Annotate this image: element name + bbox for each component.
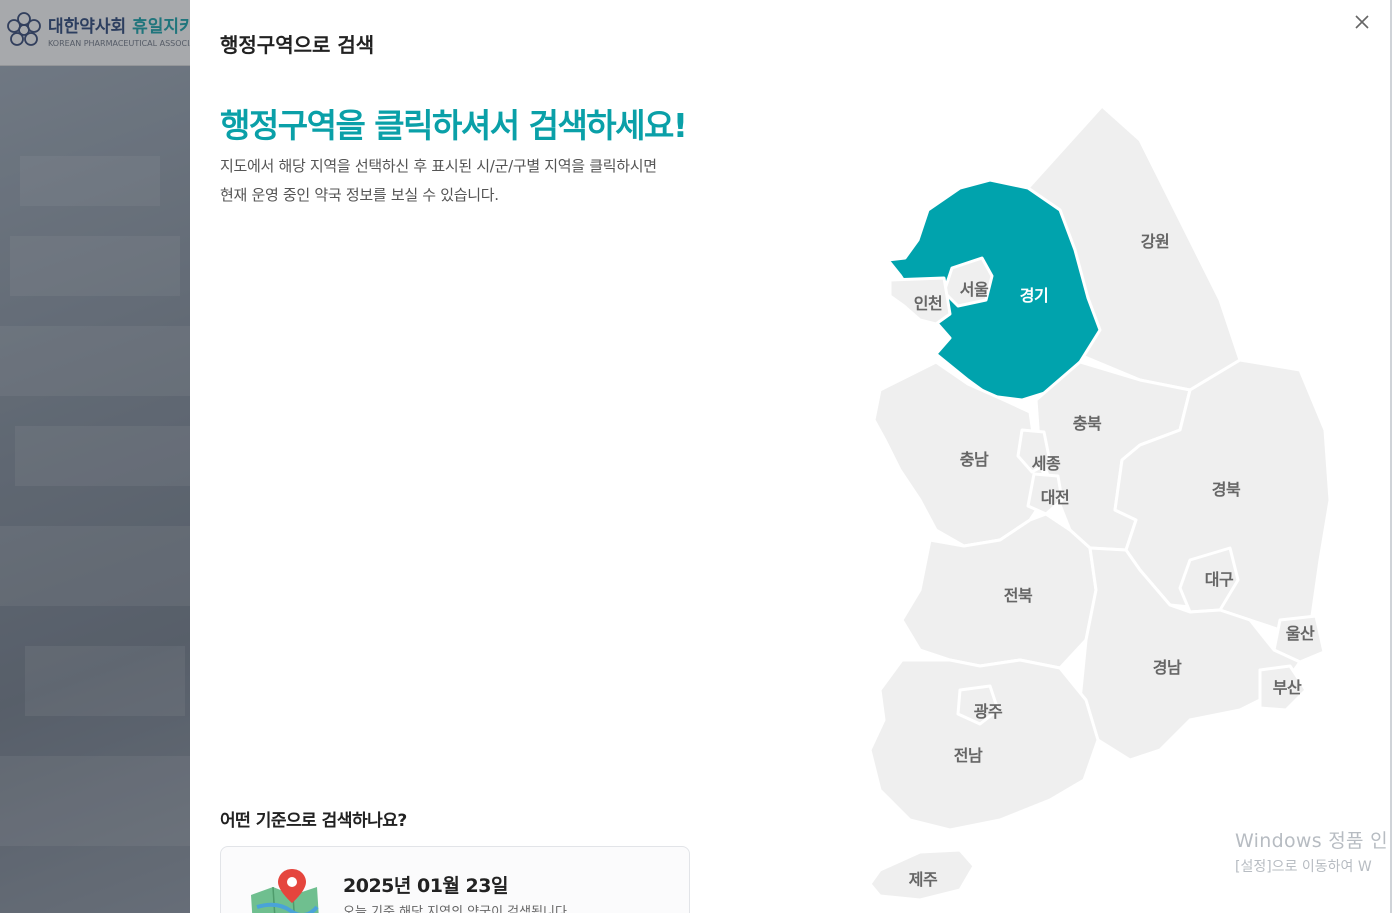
region-label-gyeongnam[interactable]: 경남	[1153, 654, 1182, 678]
criteria-question: 어떤 기준으로 검색하나요?	[220, 811, 407, 831]
korea-map-svg	[868, 104, 1332, 902]
region-label-gyeongbuk[interactable]: 경북	[1212, 476, 1241, 500]
description: 지도에서 해당 지역을 선택하신 후 표시된 시/군/구별 지역을 클릭하시면 …	[220, 152, 657, 210]
region-label-daegu[interactable]: 대구	[1205, 566, 1234, 590]
region-label-sejong[interactable]: 세종	[1032, 450, 1061, 474]
windows-activation-watermark: Windows 정품 인 [설정]으로 이동하여 W	[1235, 826, 1388, 876]
region-label-gangwon[interactable]: 강원	[1141, 228, 1170, 252]
region-label-daejeon[interactable]: 대전	[1041, 484, 1070, 508]
region-label-jeju[interactable]: 제주	[909, 866, 938, 890]
headline: 행정구역을 클릭하셔서 검색하세요!	[220, 106, 688, 145]
description-line: 현재 운영 중인 약국 정보를 보실 수 있습니다.	[220, 186, 499, 204]
region-label-gwangju[interactable]: 광주	[974, 698, 1003, 722]
region-label-gyeonggi[interactable]: 경기	[1020, 282, 1049, 306]
region-label-jeonnam[interactable]: 전남	[954, 742, 983, 766]
close-button[interactable]	[1352, 12, 1372, 32]
criteria-subtext: 오늘 기준 해당 지역의 약국이 검색됩니다.	[343, 905, 572, 913]
criteria-date: 2025년 01월 23일	[343, 875, 508, 897]
watermark-line: [설정]으로 이동하여 W	[1235, 859, 1372, 875]
region-label-busan[interactable]: 부산	[1273, 674, 1302, 698]
korea-map: 강원 경기 서울 인천 충북 충남 세종 대전 경북 대구 전북 울산 경남 부…	[840, 100, 1360, 913]
criteria-card: 2025년 01월 23일 오늘 기준 해당 지역의 약국이 검색됩니다.	[220, 846, 690, 913]
region-label-chungnam[interactable]: 충남	[960, 446, 989, 470]
region-label-chungbuk[interactable]: 충북	[1073, 410, 1102, 434]
watermark-line: Windows 정품 인	[1235, 830, 1388, 852]
region-label-incheon[interactable]: 인천	[914, 290, 943, 314]
modal-title: 행정구역으로 검색	[220, 33, 375, 57]
region-label-ulsan[interactable]: 울산	[1286, 620, 1315, 644]
region-search-modal: 행정구역으로 검색 행정구역을 클릭하셔서 검색하세요! 지도에서 해당 지역을…	[190, 0, 1390, 913]
description-line: 지도에서 해당 지역을 선택하신 후 표시된 시/군/구별 지역을 클릭하시면	[220, 157, 657, 175]
region-label-jeonbuk[interactable]: 전북	[1004, 582, 1033, 606]
close-icon	[1355, 15, 1369, 29]
region-label-seoul[interactable]: 서울	[960, 276, 989, 300]
map-pin-icon	[251, 869, 319, 913]
